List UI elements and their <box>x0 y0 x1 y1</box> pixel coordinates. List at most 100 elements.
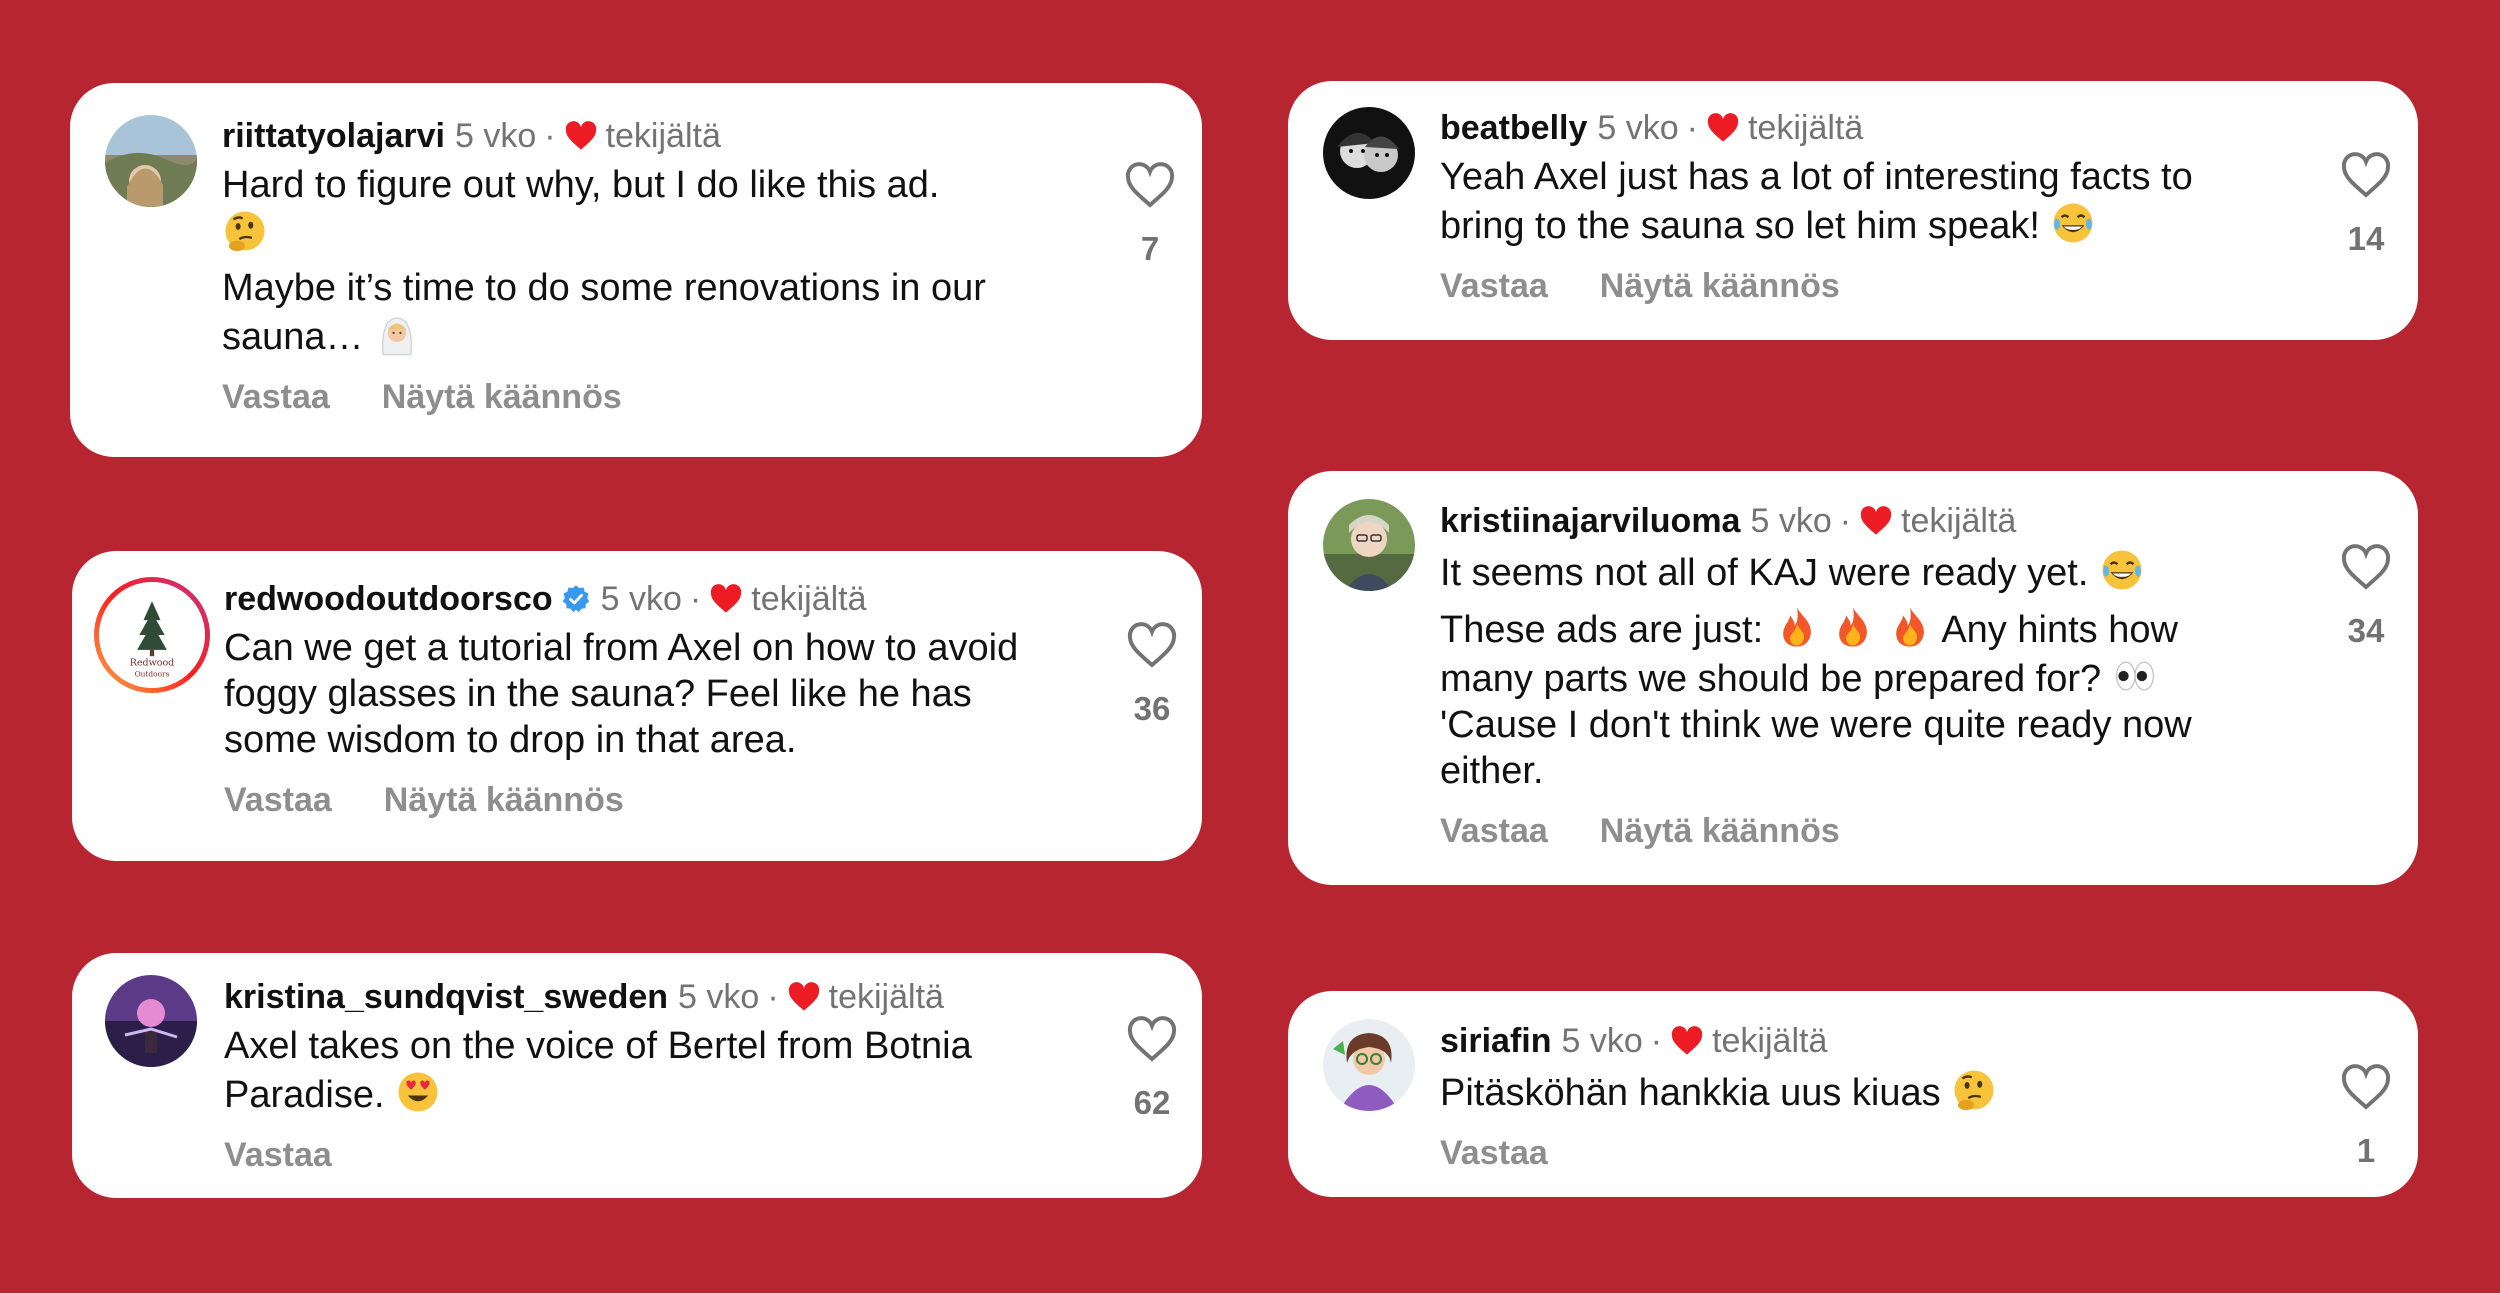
comment-card: beatbelly 5 vko · tekijältä Yeah Axel ju… <box>1288 81 2418 340</box>
like-count: 7 <box>1140 230 1160 267</box>
reply-button[interactable]: Vastaa <box>224 781 332 820</box>
heart-eyes-icon <box>395 1069 441 1115</box>
username[interactable]: redwoodoutdoorsco <box>224 579 553 619</box>
comment-meta: redwoodoutdoorsco 5 vko · tekijältä <box>224 579 1032 619</box>
liked-by-creator: tekijältä <box>605 117 721 155</box>
comment-line: 'Cause I don't think we were quite ready… <box>1440 704 2192 792</box>
reply-button[interactable]: Vastaa <box>1440 812 1548 851</box>
fire-icon <box>1830 604 1876 650</box>
like-count: 62 <box>1133 1084 1171 1121</box>
separator: · <box>544 117 556 155</box>
avatar[interactable] <box>1323 1019 1415 1111</box>
like-count: 36 <box>1133 690 1171 727</box>
avatar[interactable] <box>105 115 197 207</box>
like-count: 34 <box>2347 612 2385 649</box>
translate-button[interactable]: Näytä käännös <box>1600 812 1840 851</box>
heart-filled-icon <box>1670 1026 1704 1056</box>
heart-filled-icon <box>1706 113 1740 143</box>
comment-card: kristiinajarviluoma 5 vko · tekijältä It… <box>1288 471 2418 885</box>
comment-meta: kristina_sundqvist_sweden 5 vko · tekijä… <box>224 977 1032 1017</box>
like-count: 1 <box>2356 1132 2376 1169</box>
avatar[interactable] <box>105 975 197 1067</box>
comment-card: siriafin 5 vko · tekijältä Pitäsköhän ha… <box>1288 991 2418 1197</box>
comment-time: 5 vko <box>678 978 760 1016</box>
comment-line: It seems not all of KAJ were ready yet. <box>1440 552 2089 594</box>
separator: · <box>1686 109 1698 147</box>
tears-of-joy-icon <box>2050 200 2096 246</box>
comment-line: Hard to figure out why, but I do like th… <box>222 164 940 206</box>
reply-button[interactable]: Vastaa <box>222 378 330 417</box>
separator: · <box>767 978 779 1016</box>
comment-time: 5 vko <box>454 117 537 155</box>
avatar[interactable]: Redwood Outdoors <box>94 577 210 693</box>
verified-badge-icon <box>561 584 591 614</box>
liked-by-creator: tekijältä <box>751 580 867 618</box>
heart-filled-icon <box>787 982 821 1012</box>
heart-outline-icon[interactable] <box>1126 1015 1178 1063</box>
username[interactable]: riittatyolajarvi <box>222 116 445 156</box>
comment-text: Hard to figure out why, but I do like th… <box>222 162 1032 360</box>
comment-line: Can we get a tutorial from Axel on how t… <box>224 627 1019 761</box>
comment-meta: siriafin 5 vko · tekijältä <box>1440 1021 2248 1061</box>
comment-card: riittatyolajarvi 5 vko · tekijältä Hard … <box>70 83 1202 457</box>
tears-of-joy-icon <box>2099 547 2145 593</box>
heart-outline-icon[interactable] <box>2340 1063 2392 1111</box>
fire-icon <box>1887 604 1933 650</box>
reply-button[interactable]: Vastaa <box>1440 1134 1548 1173</box>
like-control: 14 <box>2336 151 2396 257</box>
username[interactable]: beatbelly <box>1440 108 1587 148</box>
like-control: 7 <box>1120 161 1180 267</box>
liked-by-creator: tekijältä <box>1712 1022 1828 1060</box>
heart-outline-icon[interactable] <box>2340 543 2392 591</box>
reply-button[interactable]: Vastaa <box>224 1136 332 1175</box>
heart-outline-icon[interactable] <box>2340 151 2392 199</box>
translate-button[interactable]: Näytä käännös <box>384 781 624 820</box>
comment-meta: beatbelly 5 vko · tekijältä <box>1440 108 2248 148</box>
translate-button[interactable]: Näytä käännös <box>382 378 622 417</box>
comment-time: 5 vko <box>1561 1022 1643 1060</box>
comment-line: These ads are just: <box>1440 609 1764 651</box>
comment-line: Maybe it’s time to do some renovations i… <box>222 267 986 358</box>
username[interactable]: kristiinajarviluoma <box>1440 501 1740 541</box>
reply-button[interactable]: Vastaa <box>1440 267 1548 306</box>
heart-filled-icon <box>1859 506 1893 536</box>
comment-text: Yeah Axel just has a lot of interesting … <box>1440 154 2248 249</box>
thinking-face-icon <box>1951 1067 1997 1113</box>
separator: · <box>1839 502 1852 540</box>
avatar[interactable] <box>1323 107 1415 199</box>
separator: · <box>689 580 702 618</box>
comment-text: It seems not all of KAJ were ready yet. … <box>1440 547 2248 794</box>
translate-button[interactable]: Näytä käännös <box>1600 267 1840 306</box>
comment-card: kristina_sundqvist_sweden 5 vko · tekijä… <box>72 953 1202 1198</box>
fire-icon <box>1774 604 1820 650</box>
thinking-face-icon <box>222 208 268 254</box>
comment-meta: riittatyolajarvi 5 vko · tekijältä <box>222 116 1032 156</box>
heart-filled-icon <box>709 584 743 614</box>
woman-in-veil-icon <box>374 311 420 357</box>
comment-line: Axel takes on the voice of Bertel from B… <box>224 1025 972 1116</box>
comment-time: 5 vko <box>600 580 682 618</box>
heart-filled-icon <box>564 121 598 151</box>
liked-by-creator: tekijältä <box>1901 502 2017 540</box>
like-control: 34 <box>2336 543 2396 649</box>
comment-text: Pitäsköhän hankkia uus kiuas <box>1440 1067 2248 1116</box>
separator: · <box>1650 1022 1663 1060</box>
comment-text: Can we get a tutorial from Axel on how t… <box>224 625 1032 763</box>
heart-outline-icon[interactable] <box>1124 161 1176 209</box>
comment-meta: kristiinajarviluoma 5 vko · tekijältä <box>1440 501 2248 541</box>
username[interactable]: siriafin <box>1440 1021 1551 1061</box>
avatar[interactable] <box>1323 499 1415 591</box>
heart-outline-icon[interactable] <box>1126 621 1178 669</box>
comment-time: 5 vko <box>1750 502 1832 540</box>
avatar-text: Outdoors <box>135 669 170 678</box>
eyes-icon <box>2112 653 2158 699</box>
comment-card: Redwood Outdoors redwoodoutdoorsco 5 vko… <box>72 551 1202 861</box>
like-control: 1 <box>2336 1063 2396 1169</box>
liked-by-creator: tekijältä <box>1747 109 1864 147</box>
like-control: 36 <box>1122 621 1182 727</box>
liked-by-creator: tekijältä <box>828 978 944 1016</box>
comment-line: Pitäsköhän hankkia uus kiuas <box>1440 1072 1941 1114</box>
comment-text: Axel takes on the voice of Bertel from B… <box>224 1023 1032 1118</box>
username[interactable]: kristina_sundqvist_sweden <box>224 977 668 1017</box>
comment-time: 5 vko <box>1597 109 1679 147</box>
